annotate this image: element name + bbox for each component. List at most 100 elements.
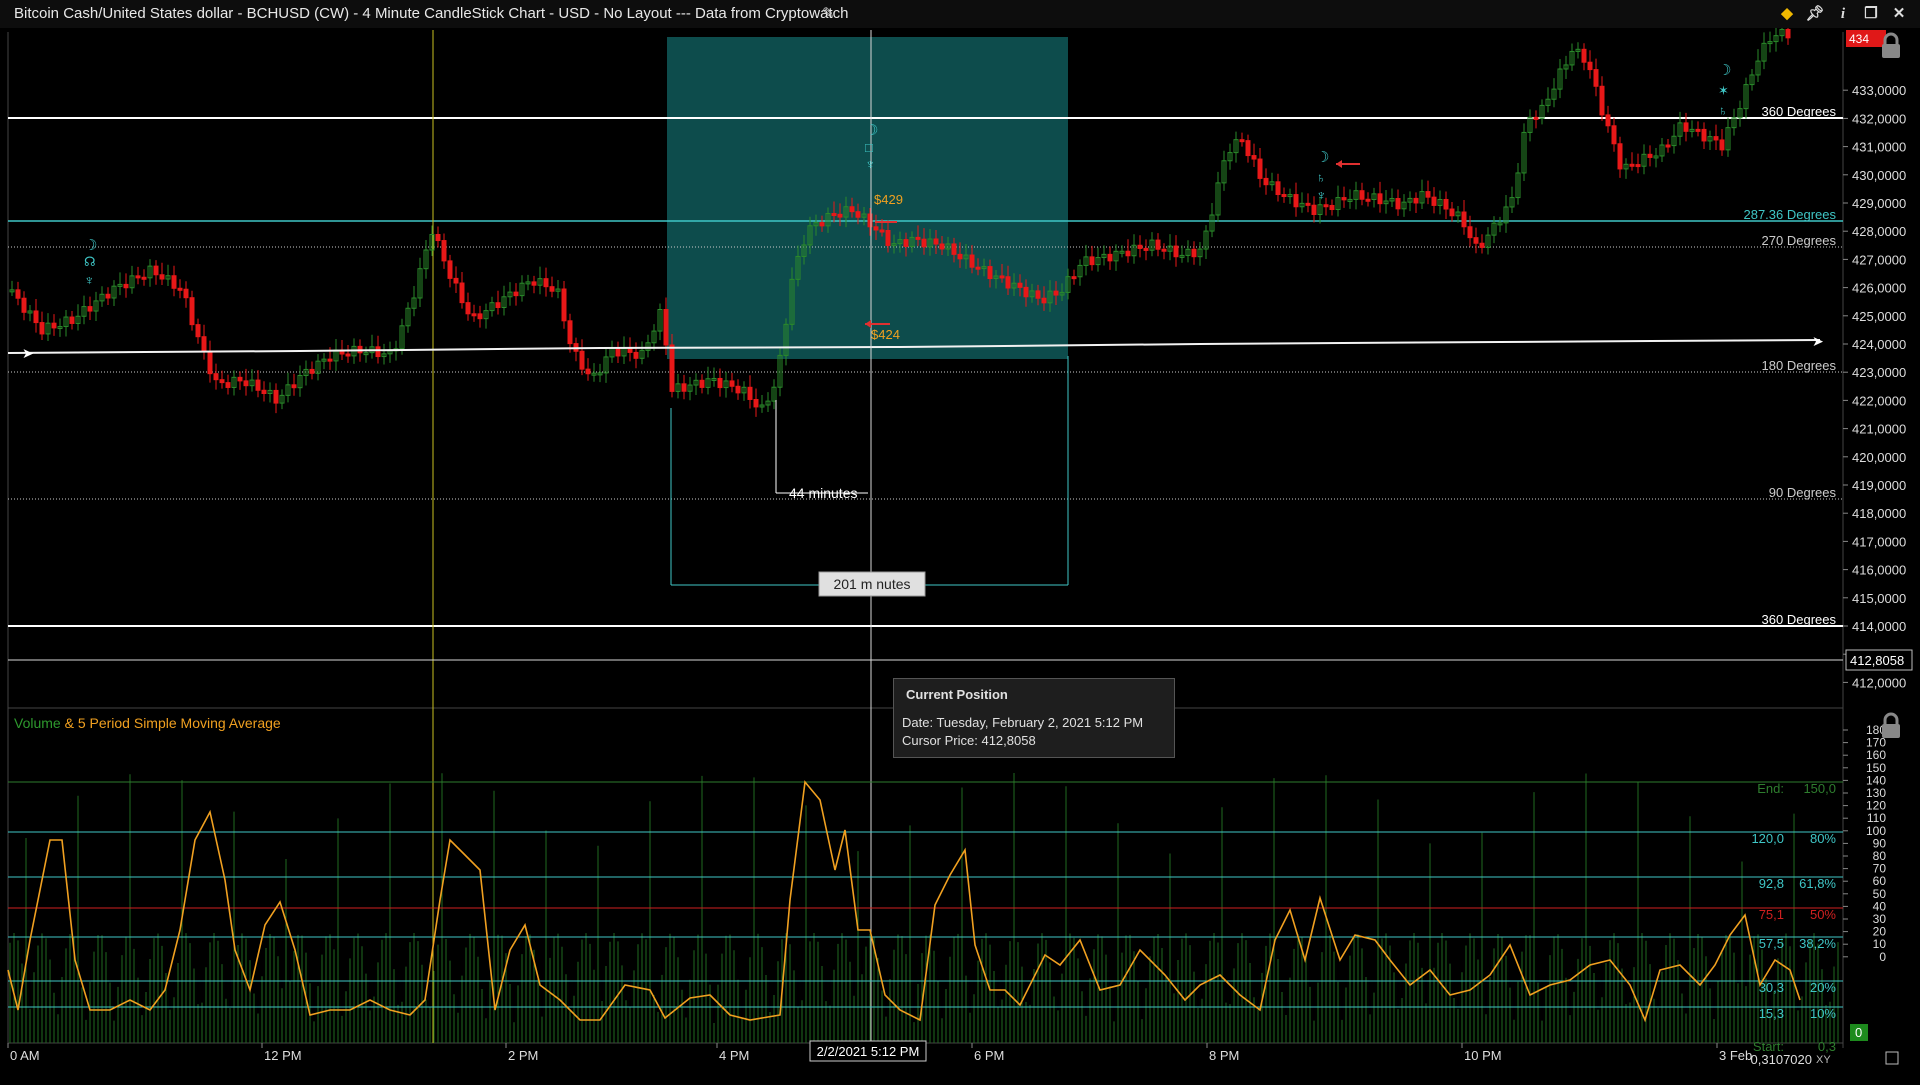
candle-body	[831, 213, 837, 217]
candle-body	[123, 283, 129, 289]
moon-glyph: ☽	[84, 237, 97, 254]
lock-icon[interactable]	[1878, 32, 1904, 60]
candle-body	[903, 239, 909, 247]
price-tick-label: 430,0000	[1852, 168, 1906, 183]
candle-body	[135, 275, 141, 279]
candle-body	[1665, 144, 1671, 148]
candle-body	[585, 368, 591, 375]
candle-body	[873, 226, 879, 231]
candle-body	[1647, 153, 1653, 158]
candle-body	[855, 211, 861, 218]
candle-body	[21, 297, 27, 313]
candle-body	[447, 260, 453, 279]
candle-body	[441, 240, 447, 262]
volume-tick-label: 0	[1879, 950, 1886, 964]
candle-body	[1155, 239, 1161, 250]
low-price-label: $424	[871, 327, 900, 342]
candle-body	[219, 379, 225, 384]
pin-icon[interactable]: 📌︎	[1805, 5, 1824, 23]
candle-body	[1719, 139, 1725, 151]
time-tick-label: 2 PM	[508, 1048, 538, 1063]
candle-body	[141, 276, 147, 280]
degree-label: 270 Degrees	[1762, 233, 1837, 248]
candle-body	[1683, 122, 1689, 132]
candle-body	[1467, 226, 1473, 239]
indicator-title-volume: Volume	[14, 715, 61, 731]
candle-body	[1341, 197, 1347, 201]
pencil-icon[interactable]: ✎	[822, 0, 835, 28]
saturn-glyph: ♄	[1718, 103, 1728, 118]
candle-body	[243, 380, 249, 387]
candle-body	[1191, 248, 1197, 258]
degree-label: 90 Degrees	[1769, 485, 1837, 500]
chart-title: Bitcoin Cash/United States dollar - BCHU…	[14, 5, 849, 22]
tooltip-title: Current Position	[906, 687, 1008, 702]
info-icon[interactable]: i	[1834, 5, 1852, 23]
candle-body	[1329, 204, 1335, 211]
fib-level-pct: 0,3	[1818, 1039, 1836, 1054]
price-tick-label: 415,0000	[1852, 591, 1906, 606]
high-price-label: $429	[874, 192, 903, 207]
candle-body	[159, 274, 165, 280]
price-tick-label: 416,0000	[1852, 563, 1906, 578]
candle-body	[465, 302, 471, 315]
volume-current-label: 0	[1855, 1025, 1862, 1040]
span-short-label: 44 minutes	[789, 485, 857, 501]
candle-body	[549, 286, 555, 292]
fib-level-pct: 20%	[1810, 980, 1836, 995]
candle-body	[453, 277, 459, 284]
fib-level-pct: 38,2%	[1799, 936, 1836, 951]
candle-body	[459, 282, 465, 304]
saturn-glyph: ♄	[1316, 170, 1326, 185]
indicator-title-sma: & 5 Period Simple Moving Average	[61, 715, 281, 731]
close-icon[interactable]: ✕	[1890, 5, 1908, 23]
candle-body	[1365, 198, 1371, 202]
fib-level-pct: 150,0	[1803, 781, 1836, 796]
candle-body	[987, 266, 993, 280]
candle-body	[1635, 164, 1641, 168]
lock-icon[interactable]	[1878, 712, 1904, 740]
candle-body	[1311, 204, 1317, 215]
candle-body	[885, 229, 891, 246]
tooltip-price: Cursor Price: 412,8058	[902, 733, 1036, 748]
candle-body	[939, 243, 945, 250]
candle-body	[1701, 128, 1707, 142]
diamond-icon[interactable]: ◆	[1778, 5, 1796, 23]
restore-icon[interactable]: ❐	[1862, 5, 1880, 23]
price-tick-label: 417,0000	[1852, 534, 1906, 549]
xy-label[interactable]: XY	[1816, 1054, 1831, 1066]
candle-body	[1005, 276, 1011, 289]
candle-body	[1239, 139, 1245, 143]
candle-body	[1071, 276, 1077, 280]
measure-box[interactable]	[667, 37, 1068, 359]
candle-body	[33, 310, 39, 324]
candle-body	[1413, 197, 1419, 204]
candle-body	[1605, 114, 1611, 127]
candle-body	[1473, 237, 1479, 244]
price-tick-label: 421,0000	[1852, 422, 1906, 437]
neptune-glyph: ♆	[84, 272, 95, 288]
chart-area[interactable]: 360 Degrees 287.36 Degrees 270 Degrees 180 …	[0, 21, 1920, 1080]
candle-body	[699, 379, 705, 388]
candle-body	[309, 368, 315, 374]
candle-body	[975, 266, 981, 270]
fib-level-pct: 61,8%	[1799, 876, 1836, 891]
candle-body	[261, 389, 267, 395]
price-tick-label: 427,0000	[1852, 252, 1906, 267]
candle-body	[291, 384, 297, 389]
candle-body	[213, 373, 219, 381]
candle-body	[255, 379, 261, 391]
fib-level-pct: 50%	[1810, 907, 1836, 922]
candle-body	[69, 316, 75, 324]
candle-body	[999, 275, 1005, 279]
candle-body	[933, 238, 939, 245]
price-chart[interactable]: 360 Degrees 287.36 Degrees 270 Degrees 180 …	[0, 21, 1920, 1080]
candle-body	[327, 358, 333, 362]
candle-body	[627, 347, 633, 353]
candle-body	[1089, 256, 1095, 266]
price-tick-label: 432,0000	[1852, 111, 1906, 126]
moon-glyph: ☽	[1718, 62, 1731, 79]
fib-level-pct: 10%	[1810, 1006, 1836, 1021]
candle-body	[1251, 155, 1257, 160]
node-glyph: ☊	[84, 254, 96, 269]
